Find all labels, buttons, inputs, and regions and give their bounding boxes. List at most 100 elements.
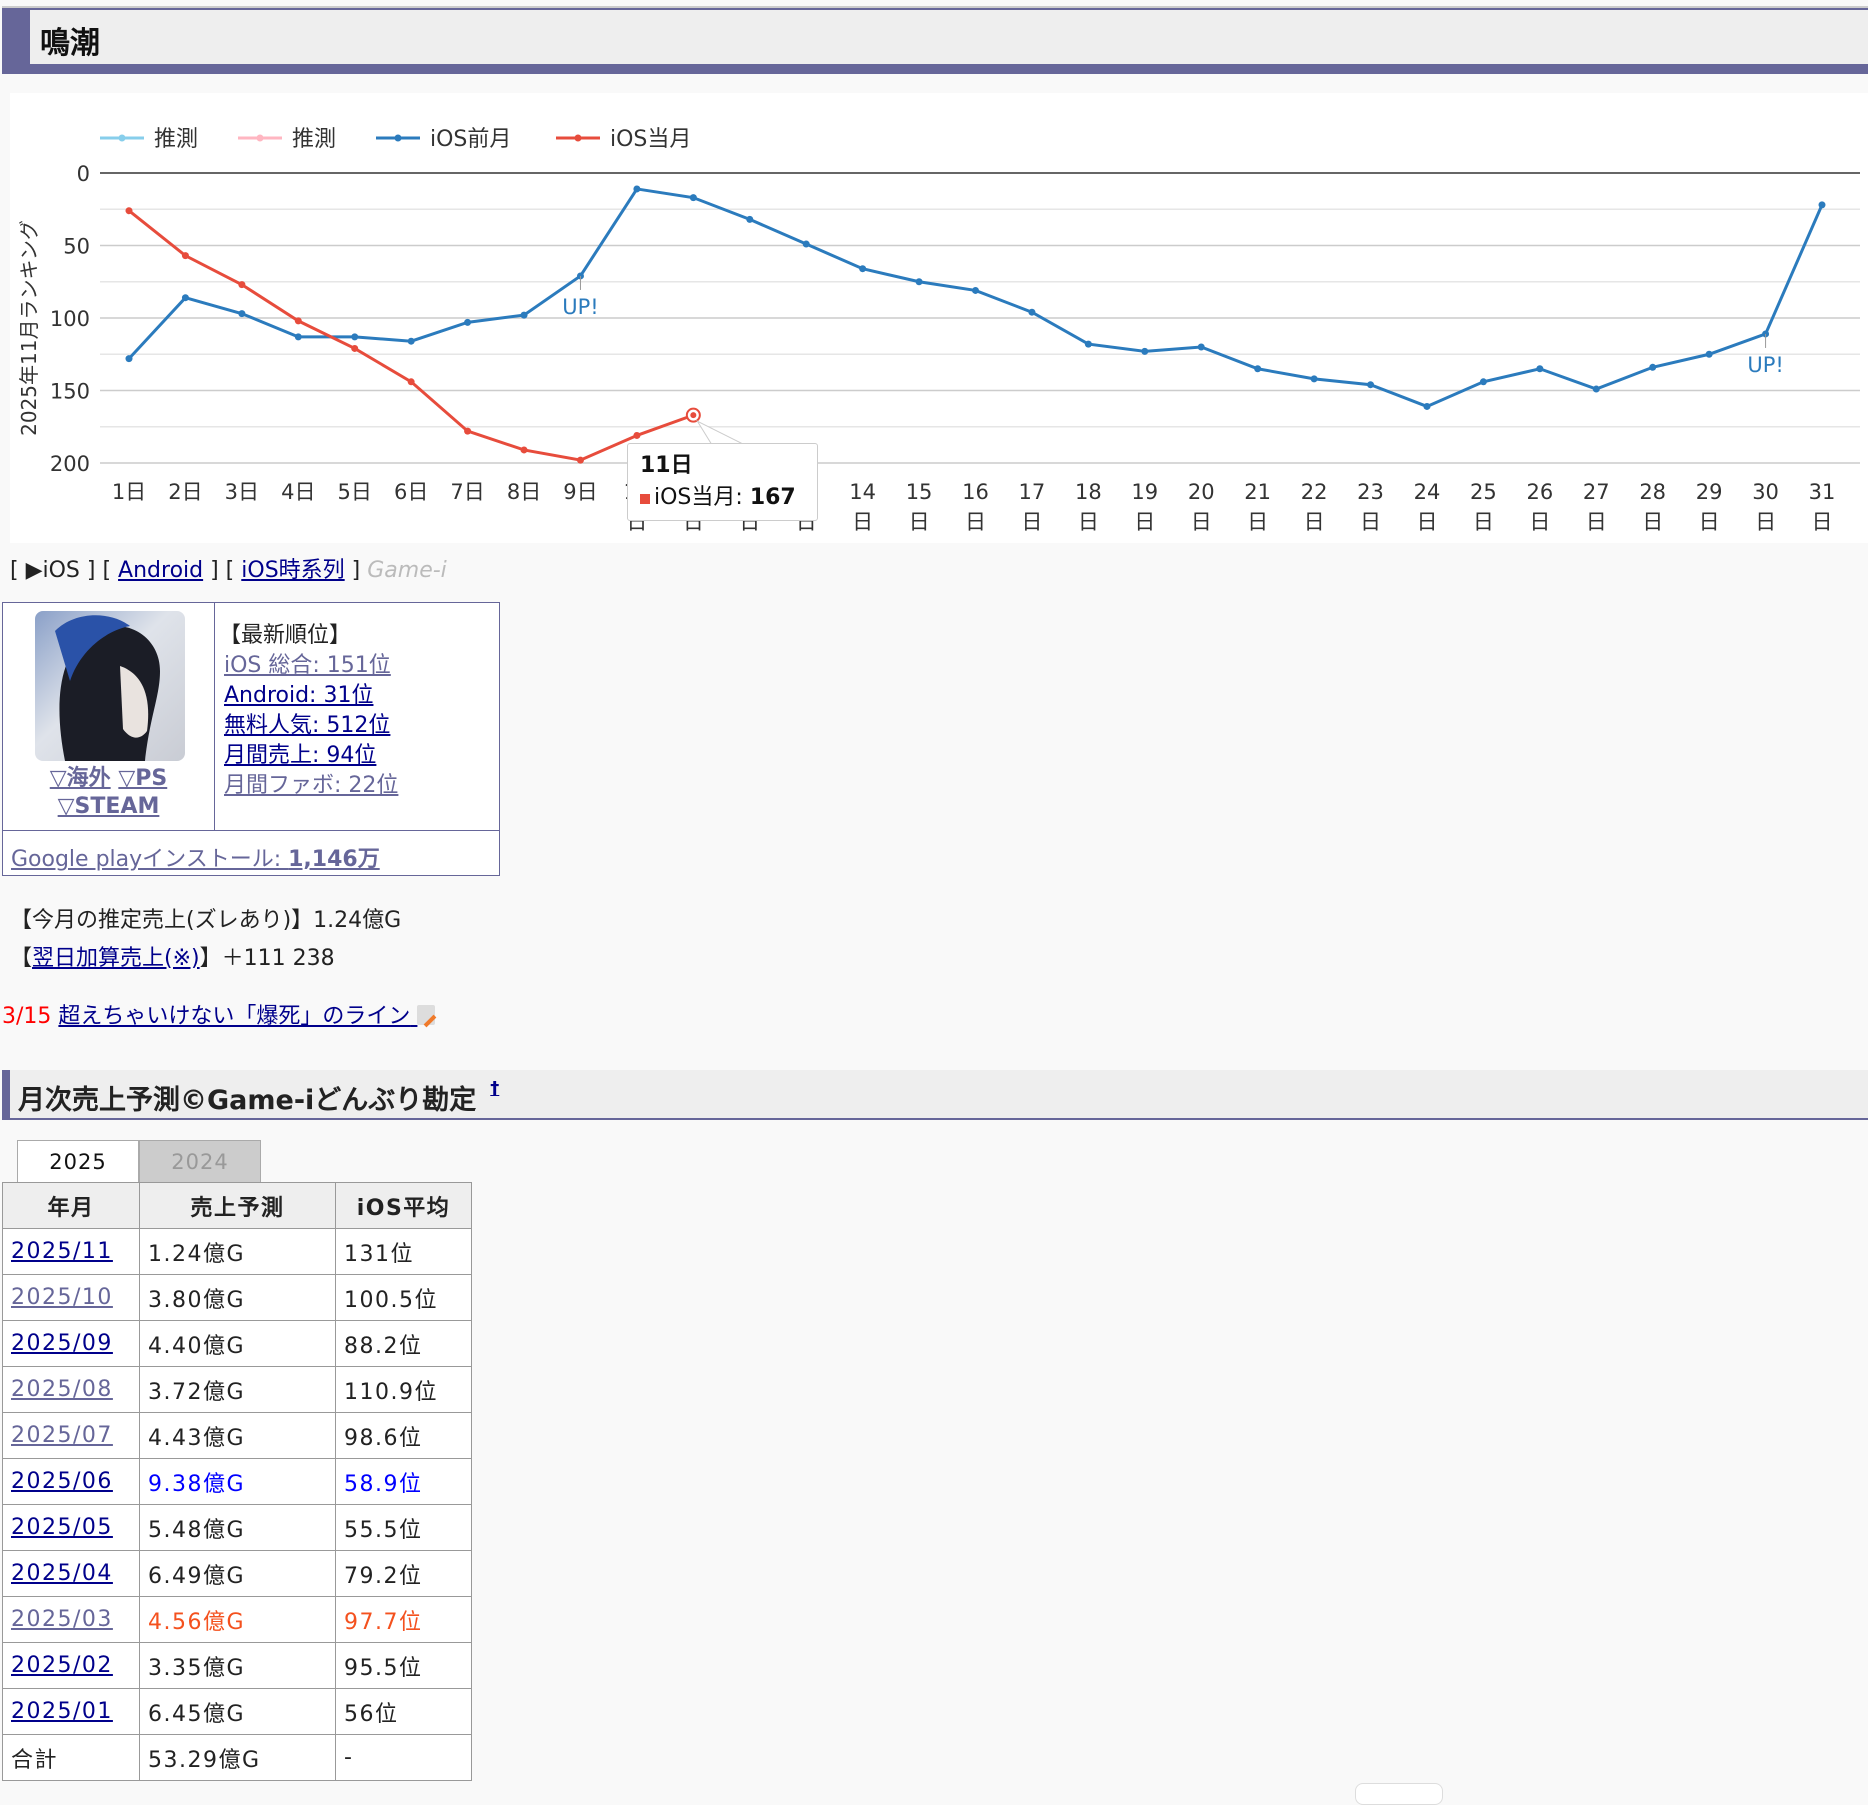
data-point <box>972 286 979 294</box>
x-tick-label: 7日 <box>450 480 485 504</box>
tab-2024[interactable]: 2024 <box>139 1140 261 1182</box>
total-label: 合計 <box>2 1734 140 1781</box>
steam-link[interactable]: ▽STEAM <box>58 794 160 819</box>
x-tick-label: 1日 <box>111 480 147 504</box>
x-tick-label: 28日 <box>1639 480 1667 534</box>
month-link[interactable]: 2025/03 <box>11 1607 113 1632</box>
x-tick-label: 27日 <box>1582 480 1610 534</box>
month-link[interactable]: 2025/05 <box>11 1515 113 1540</box>
sales-cell: 4.56億G <box>139 1596 336 1643</box>
series-line-iOS前月 <box>127 187 1824 409</box>
month-link[interactable]: 2025/01 <box>11 1699 113 1724</box>
data-point <box>915 278 923 286</box>
sales-cell: 4.40億G <box>139 1320 336 1367</box>
table-row: 2025/09 4.40億G 88.2位 <box>2 1320 472 1367</box>
back-to-top-link[interactable]: † <box>490 1078 499 1099</box>
total-sales: 53.29億G <box>139 1734 336 1781</box>
next-day-sales-link[interactable]: 翌日加算売上(※) <box>32 946 200 971</box>
rank-monthly-fav-link[interactable]: 月間ファボ: 22位 <box>224 771 398 801</box>
x-tick-label: 3日 <box>224 480 260 504</box>
x-tick-label: 18日 <box>1074 480 1102 534</box>
month-link[interactable]: 2025/02 <box>11 1653 113 1678</box>
month-cell: 2025/07 <box>2 1412 140 1459</box>
sales-cell: 1.24億G <box>139 1228 336 1275</box>
app-icon <box>35 611 185 761</box>
rank-ios-link[interactable]: iOS 総合: 151位 <box>224 651 391 681</box>
estimate-label: 【今月の推定売上(ズレあり)】 <box>10 908 314 933</box>
month-link[interactable]: 2025/06 <box>11 1469 113 1494</box>
x-tick-label: 16日 <box>962 480 989 534</box>
data-point <box>1141 347 1149 355</box>
google-play-installs-link[interactable]: Google playインストール: 1,146万 <box>11 847 380 872</box>
sales-cell: 5.48億G <box>139 1504 336 1551</box>
x-tick-label: 20日 <box>1187 480 1215 534</box>
bracket: ] [ <box>79 558 119 583</box>
sales-cell: 9.38億G <box>139 1458 336 1505</box>
data-point <box>407 378 415 386</box>
data-point <box>294 333 302 341</box>
rank-android-link[interactable]: Android: 31位 <box>224 681 373 711</box>
tooltip-series-swatch <box>640 494 650 504</box>
data-point <box>1649 363 1657 371</box>
ps-link[interactable]: ▽PS <box>118 766 167 791</box>
rank-free-link[interactable]: 無料人気: 512位 <box>224 711 390 741</box>
x-tick-label: 30日 <box>1752 480 1779 534</box>
bracket: ] [ <box>203 558 242 583</box>
data-point <box>181 294 189 302</box>
legend-label: iOS前月 <box>430 127 511 152</box>
month-link[interactable]: 2025/07 <box>11 1423 113 1448</box>
data-point <box>464 427 472 435</box>
news-link[interactable]: 超えちゃいけない「爆死」のライン <box>58 1004 437 1029</box>
floating-widget[interactable] <box>1355 1783 1443 1805</box>
series-line-iOS当月 <box>128 209 694 462</box>
chart-svg: 0 50 100 150 200 2025年11月ランキング 推測 推測 iOS前月 iOS当月 U… <box>17 127 1860 476</box>
data-point <box>294 317 302 325</box>
data-point <box>1423 402 1431 410</box>
tooltip-series-label: iOS当月 <box>654 485 736 510</box>
month-cell: 2025/06 <box>2 1458 140 1505</box>
rank-monthly-sales-link[interactable]: 月間売上: 94位 <box>224 741 376 771</box>
data-point <box>802 240 810 248</box>
data-point <box>238 281 246 289</box>
data-point <box>1367 381 1375 389</box>
tooltip-value: 167 <box>749 485 796 510</box>
x-tick-label: 24日 <box>1413 480 1441 534</box>
bracket: 【 <box>10 946 33 971</box>
tab-2025[interactable]: 2025 <box>17 1140 139 1182</box>
x-tick-label: 8日 <box>506 480 542 504</box>
data-point <box>1310 375 1318 383</box>
edit-note-icon <box>417 1005 437 1028</box>
nav-ios-timeseries-link[interactable]: iOS時系列 <box>241 558 344 583</box>
month-link[interactable]: 2025/10 <box>11 1285 113 1310</box>
month-cell: 2025/05 <box>2 1504 140 1551</box>
ios-avg-cell: 58.9位 <box>335 1458 472 1505</box>
bracket: ] <box>344 558 368 583</box>
x-tick-label: 29日 <box>1695 480 1723 534</box>
month-cell: 2025/03 <box>2 1596 140 1643</box>
data-point <box>746 215 754 223</box>
ios-avg-cell: 100.5位 <box>335 1274 472 1321</box>
month-link[interactable]: 2025/04 <box>11 1561 113 1586</box>
installs-label: Google playインストール: <box>11 847 289 872</box>
data-point <box>464 318 472 326</box>
x-tick-label: 9日 <box>563 480 598 504</box>
x-tick-label: 31日 <box>1808 480 1836 534</box>
y-axis-title: 2025年11月ランキング <box>17 220 41 436</box>
overseas-link[interactable]: ▽海外 <box>50 766 111 791</box>
month-link[interactable]: 2025/11 <box>11 1239 113 1264</box>
month-link[interactable]: 2025/09 <box>11 1331 113 1356</box>
ios-avg-cell: 88.2位 <box>335 1320 472 1367</box>
data-point <box>520 311 528 319</box>
nav-android-link[interactable]: Android <box>118 558 203 583</box>
tooltip-title: 11日 <box>640 453 693 478</box>
platform-nav: [ ▶iOS ] [ Android ] [ iOS時系列 ] Game-i <box>10 552 447 584</box>
table-row: 2025/02 3.35億G 95.5位 <box>2 1642 472 1689</box>
data-point <box>351 333 359 341</box>
legend-marker <box>256 134 264 142</box>
data-point <box>576 456 584 464</box>
data-point <box>633 185 641 193</box>
page-header: 鳴潮 <box>2 6 1868 74</box>
month-link[interactable]: 2025/08 <box>11 1377 113 1402</box>
news-link-text: 超えちゃいけない「爆死」のライン <box>58 1004 411 1029</box>
latest-rank-heading: 【最新順位】 <box>219 623 352 648</box>
